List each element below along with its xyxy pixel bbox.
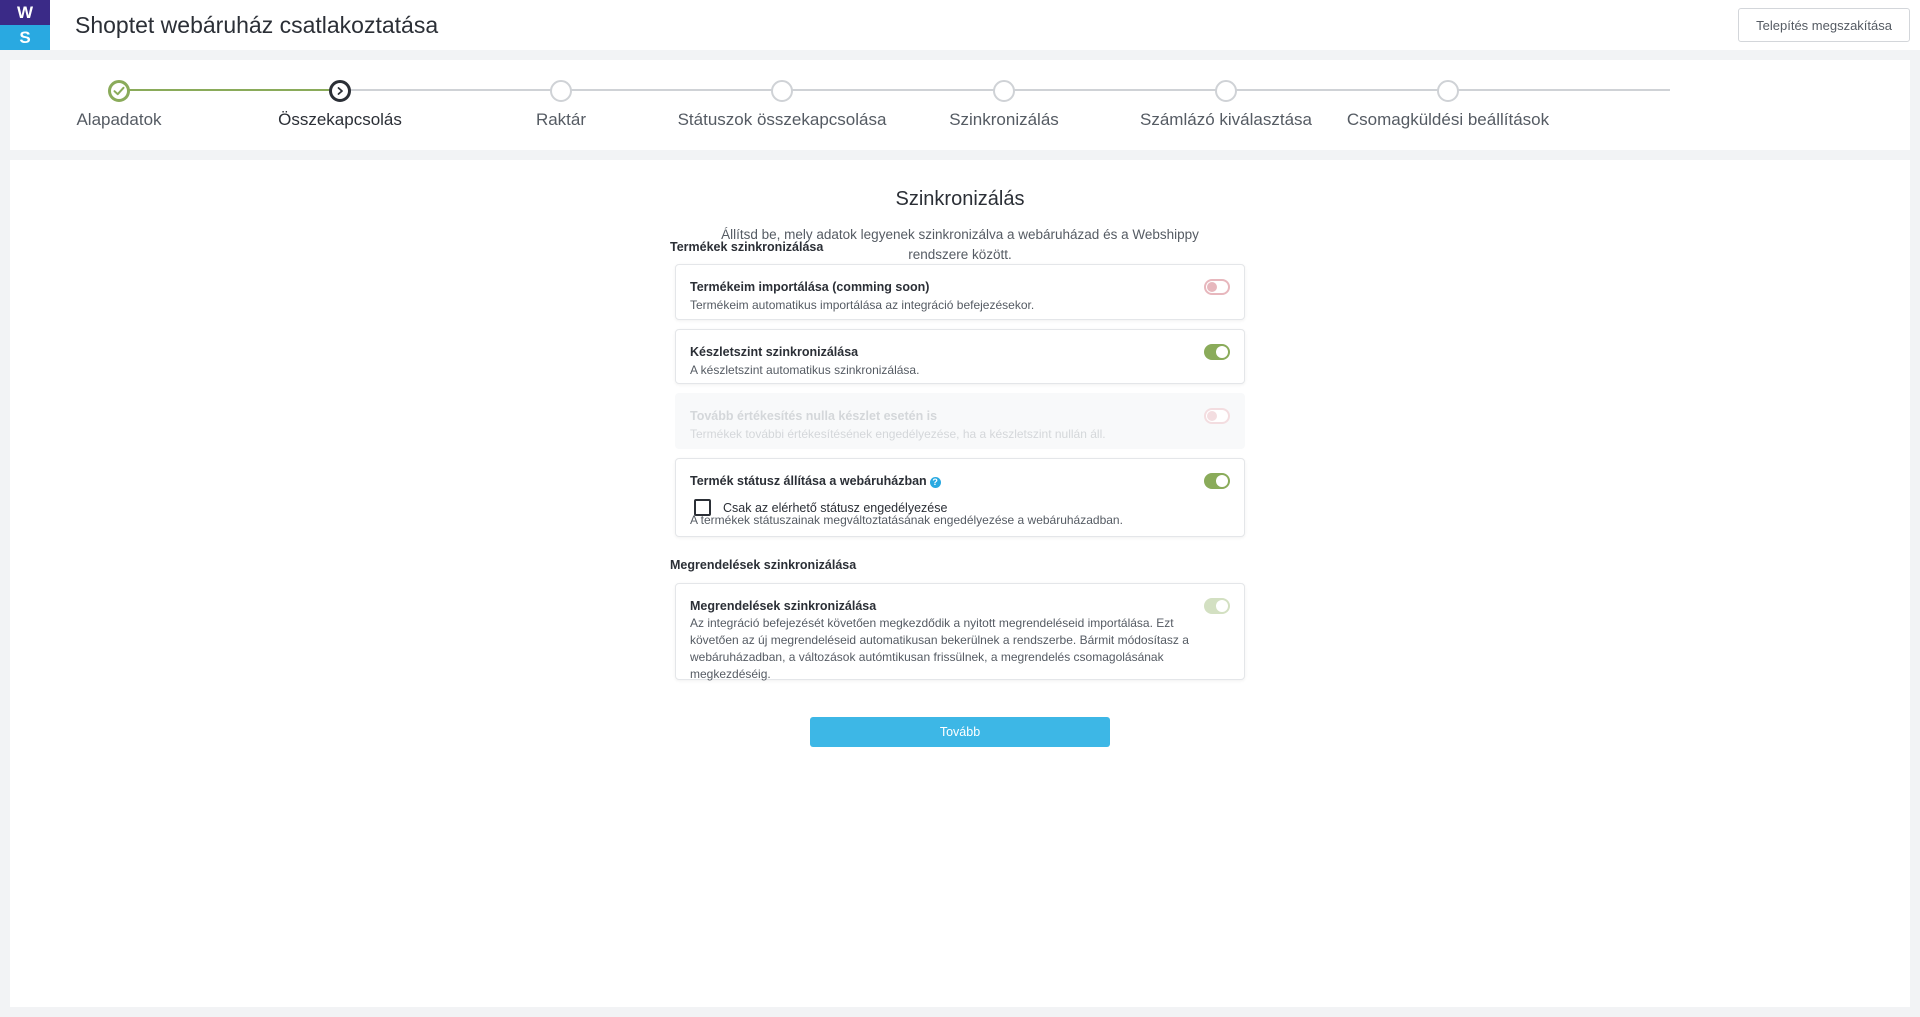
step-raktar[interactable]: Raktár — [441, 60, 681, 150]
option-desc: Termékek további értékesítésének engedél… — [690, 427, 1106, 441]
step-label: Alapadatok — [76, 110, 162, 129]
option-zero-stock-sales: Tovább értékesítés nulla készlet esetén … — [675, 393, 1245, 449]
section-heading: Szinkronizálás — [895, 188, 1025, 210]
step-label: Szinkronizálás — [949, 110, 1059, 129]
check-icon — [108, 80, 130, 102]
step-label: Összekapcsolás — [278, 110, 402, 129]
step-label: Számlázó kiválasztása — [1140, 110, 1312, 129]
logo-s: S — [0, 25, 50, 50]
option-order-sync: Megrendelések szinkronizálása Az integrá… — [675, 583, 1245, 681]
import-toggle[interactable] — [1204, 279, 1230, 295]
option-product-status: Termék státusz állítása a webáruházban? … — [675, 458, 1245, 537]
step-szinkronizalas[interactable]: Szinkronizálás — [884, 60, 1124, 150]
option-stock-sync: Készletszint szinkronizálása A készletsz… — [675, 329, 1245, 384]
orders-section-title: Megrendelések szinkronizálása — [670, 558, 857, 572]
product-status-toggle[interactable] — [1204, 473, 1230, 489]
circle-icon — [1437, 80, 1459, 102]
stock-sync-toggle[interactable] — [1204, 344, 1230, 360]
option-title: Termékeim importálása (comming soon) — [690, 280, 930, 294]
circle-icon — [993, 80, 1015, 102]
help-icon[interactable]: ? — [929, 476, 941, 488]
step-csomagkuldes[interactable]: Csomagküldési beállítások — [1328, 60, 1568, 150]
top-header: W S Shoptet webáruház csatlakoztatása Te… — [0, 0, 1920, 50]
circle-icon — [1215, 80, 1237, 102]
step-label: Státuszok összekapcsolása — [677, 110, 887, 129]
play-icon — [329, 80, 351, 102]
step-osszekapcsolas[interactable]: Összekapcsolás — [220, 60, 460, 150]
option-title: Megrendelések szinkronizálása — [690, 599, 877, 613]
page-title: Shoptet webáruház csatlakoztatása — [75, 12, 439, 38]
cancel-install-button[interactable]: Telepítés megszakítása — [1738, 8, 1910, 42]
order-sync-toggle[interactable] — [1204, 598, 1230, 614]
step-szamlazo[interactable]: Számlázó kiválasztása — [1106, 60, 1346, 150]
circle-icon — [771, 80, 793, 102]
option-desc: A készletszint automatikus szinkronizálá… — [690, 363, 920, 377]
next-button[interactable]: Tovább — [810, 717, 1110, 747]
option-title: Tovább értékesítés nulla készlet esetén … — [690, 409, 938, 423]
option-title: Készletszint szinkronizálása — [690, 345, 859, 359]
setup-stepper: Alapadatok Összekapcsolás Raktár Státusz… — [10, 60, 1910, 150]
option-desc: A termékek státuszainak megváltoztatásán… — [690, 513, 1123, 527]
option-desc: Az integráció befejezését követően megke… — [690, 616, 1189, 681]
option-desc: Termékeim automatikus importálása az int… — [690, 298, 1035, 312]
logo-w: W — [0, 0, 50, 25]
webshippy-logo[interactable]: W S — [0, 0, 50, 50]
main-card: Szinkronizálás Állítsd be, mely adatok l… — [10, 160, 1910, 1007]
step-statuszok[interactable]: Státuszok összekapcsolása — [662, 60, 902, 150]
step-label: Raktár — [535, 110, 587, 129]
step-label: Csomagküldési beállítások — [1346, 110, 1550, 129]
option-title-text: Termék státusz állítása a webáruházban — [690, 474, 927, 488]
option-import-products: Termékeim importálása (comming soon) Ter… — [675, 264, 1245, 320]
products-section-title: Termékek szinkronizálása — [670, 240, 824, 254]
circle-icon — [550, 80, 572, 102]
zero-stock-toggle[interactable] — [1204, 408, 1230, 424]
option-title: Termék státusz állítása a webáruházban? — [690, 474, 941, 488]
step-alapadatok[interactable]: Alapadatok — [0, 60, 239, 150]
